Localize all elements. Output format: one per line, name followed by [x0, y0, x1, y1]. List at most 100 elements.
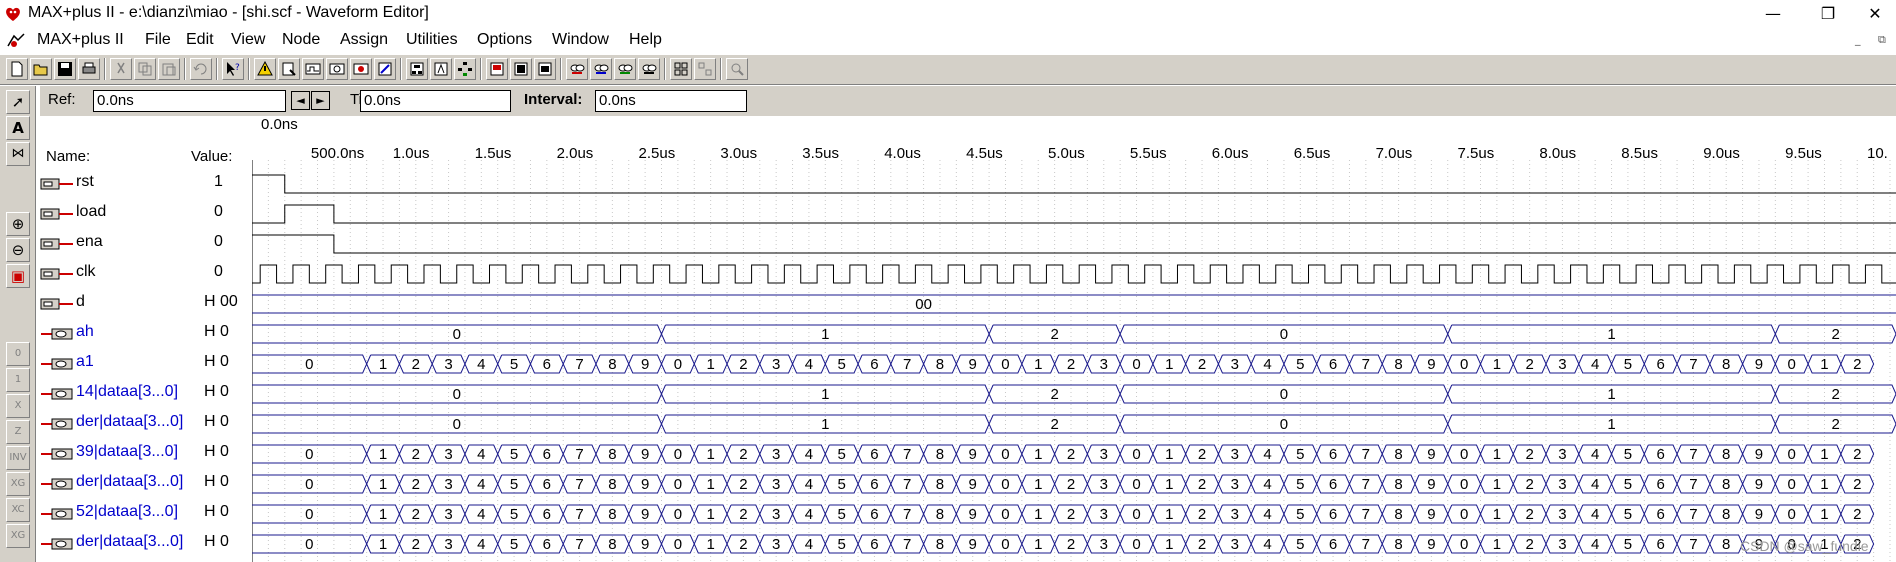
menu-file[interactable]: File	[145, 31, 171, 49]
bus-value-label: 8	[1394, 476, 1402, 493]
signal-row-10[interactable]: der|dataa[3...0] H 0	[36, 469, 252, 499]
menu-options[interactable]: Options	[477, 31, 532, 49]
menu-assign[interactable]: Assign	[340, 31, 388, 49]
timing-analyzer-icon[interactable]	[326, 58, 348, 80]
signal-row-0[interactable]: rst 1	[36, 169, 252, 199]
save-icon[interactable]	[54, 58, 76, 80]
undo-icon[interactable]	[190, 58, 212, 80]
copy-icon[interactable]	[134, 58, 156, 80]
app-menu-icon[interactable]	[6, 32, 26, 50]
bus-value-label: 2	[412, 446, 420, 463]
zoom-icon[interactable]	[726, 58, 748, 80]
print-icon[interactable]	[78, 58, 100, 80]
bus-value-label: 5	[510, 446, 518, 463]
project-icon[interactable]	[430, 58, 452, 80]
zoom-fit-tool-icon[interactable]: ⋈	[6, 142, 30, 166]
close-button[interactable]: ✕	[1852, 0, 1896, 28]
bus-value-label: 0	[1788, 356, 1796, 373]
bus-value-label: 2	[739, 446, 747, 463]
new-icon[interactable]	[6, 58, 28, 80]
signal-row-12[interactable]: der|dataa[3...0] H 0	[36, 529, 252, 559]
signal-row-7[interactable]: 14|dataa[3...0] H 0	[36, 379, 252, 409]
bus-value-label: 1	[1165, 506, 1173, 523]
hierarchy-icon[interactable]	[406, 58, 428, 80]
bus-value-label: 0	[305, 536, 313, 553]
menu-node[interactable]: Node	[282, 31, 320, 49]
bus-value-label: 3	[772, 446, 780, 463]
next-transition-button[interactable]: ►	[311, 91, 330, 110]
bus-value-label: 1	[1034, 356, 1042, 373]
bus-value-label: 3	[772, 506, 780, 523]
bus-value-label: 7	[1689, 476, 1697, 493]
bus-value-label: 3	[444, 446, 452, 463]
zoom-in-tool-icon[interactable]: ⊕	[6, 212, 30, 236]
signal-row-3[interactable]: clk 0	[36, 259, 252, 289]
text-editor-icon[interactable]	[510, 58, 532, 80]
graphic-editor-icon[interactable]	[454, 58, 476, 80]
simulator-icon[interactable]	[302, 58, 324, 80]
signal-row-11[interactable]: 52|dataa[3...0] H 0	[36, 499, 252, 529]
minimize-button[interactable]: —	[1750, 0, 1796, 28]
menu-edit[interactable]: Edit	[186, 31, 214, 49]
bus-value-label: 0	[1280, 386, 1288, 403]
force-0-tool-icon[interactable]: 0	[6, 342, 30, 366]
mdi-minimize-button[interactable]: _	[1855, 33, 1861, 46]
menu-view[interactable]: View	[231, 31, 265, 49]
signal-row-6[interactable]: a1 H 0	[36, 349, 252, 379]
signal-row-8[interactable]: der|dataa[3...0] H 0	[36, 409, 252, 439]
overwrite-clock-tool-icon[interactable]: XC	[6, 498, 30, 522]
bus-value-label: 2	[1067, 536, 1075, 553]
select-tool-icon[interactable]: ➚	[6, 90, 30, 114]
force-x-tool-icon[interactable]: X	[6, 394, 30, 418]
signal-row-4[interactable]: d H 00	[36, 289, 252, 319]
bus-value-label: 3	[772, 536, 780, 553]
overwrite-count-tool-icon[interactable]: XG	[6, 472, 30, 496]
menu-app[interactable]: MAX+plus II	[37, 31, 124, 49]
waveform-canvas[interactable]: 000 1 2 0 1 20 1 2 3 4 5 6 7 8 9 0 1 2 3 4 5 6 7 8 9 0 1 2 3 0 1 2 3 4 5 6 7…	[252, 160, 1896, 562]
search-node-icon[interactable]	[638, 58, 660, 80]
window-title: MAX+plus II - e:\dianzi\miao - [shi.scf …	[28, 4, 429, 21]
bus-value-label: 2	[1050, 326, 1058, 343]
zoom-out-tool-icon[interactable]: ⊖	[6, 238, 30, 262]
bus-value-label: 6	[870, 476, 878, 493]
signal-row-2[interactable]: ena 0	[36, 229, 252, 259]
mdi-restore-button[interactable]: ⧉	[1878, 33, 1886, 47]
force-z-tool-icon[interactable]: Z	[6, 420, 30, 444]
find-icon[interactable]	[566, 58, 588, 80]
bus-value-label: 6	[870, 356, 878, 373]
input-pin-icon	[40, 238, 73, 250]
tile-icon[interactable]	[670, 58, 692, 80]
paste-icon[interactable]	[158, 58, 180, 80]
cascade-icon[interactable]	[694, 58, 716, 80]
bus-value-label: 8	[608, 476, 616, 493]
warning-icon[interactable]	[254, 58, 276, 80]
ref-field[interactable]: 0.0ns	[93, 90, 286, 112]
compiler-icon[interactable]	[278, 58, 300, 80]
help-pointer-icon[interactable]: ?	[222, 58, 244, 80]
prev-transition-button[interactable]: ◄	[291, 91, 310, 110]
signal-row-5[interactable]: ah H 0	[36, 319, 252, 349]
overwrite-group-tool-icon[interactable]: XG	[6, 524, 30, 548]
menu-window[interactable]: Window	[552, 31, 609, 49]
toolbar-separator	[104, 58, 106, 80]
signal-row-1[interactable]: load 0	[36, 199, 252, 229]
bus-value-label: 4	[1263, 356, 1271, 373]
cut-icon[interactable]	[110, 58, 132, 80]
maximize-button[interactable]: ❐	[1805, 0, 1851, 28]
floorplan-icon[interactable]	[374, 58, 396, 80]
force-1-tool-icon[interactable]: 1	[6, 368, 30, 392]
invert-tool-icon[interactable]: INV	[6, 446, 30, 470]
menu-utilities[interactable]: Utilities	[406, 31, 458, 49]
find-prev-icon[interactable]	[614, 58, 636, 80]
programmer-icon[interactable]	[350, 58, 372, 80]
symbol-editor-icon[interactable]	[486, 58, 508, 80]
find-next-icon[interactable]	[590, 58, 612, 80]
text-tool-icon[interactable]: A	[6, 116, 30, 140]
open-icon[interactable]	[30, 58, 52, 80]
menu-help[interactable]: Help	[629, 31, 662, 49]
waveform-editor-icon[interactable]	[534, 58, 556, 80]
fit-window-tool-icon[interactable]: ▣	[6, 264, 30, 288]
bus-value-label: 5	[1624, 476, 1632, 493]
output-pin-icon	[41, 328, 73, 340]
signal-row-9[interactable]: 39|dataa[3...0] H 0	[36, 439, 252, 469]
